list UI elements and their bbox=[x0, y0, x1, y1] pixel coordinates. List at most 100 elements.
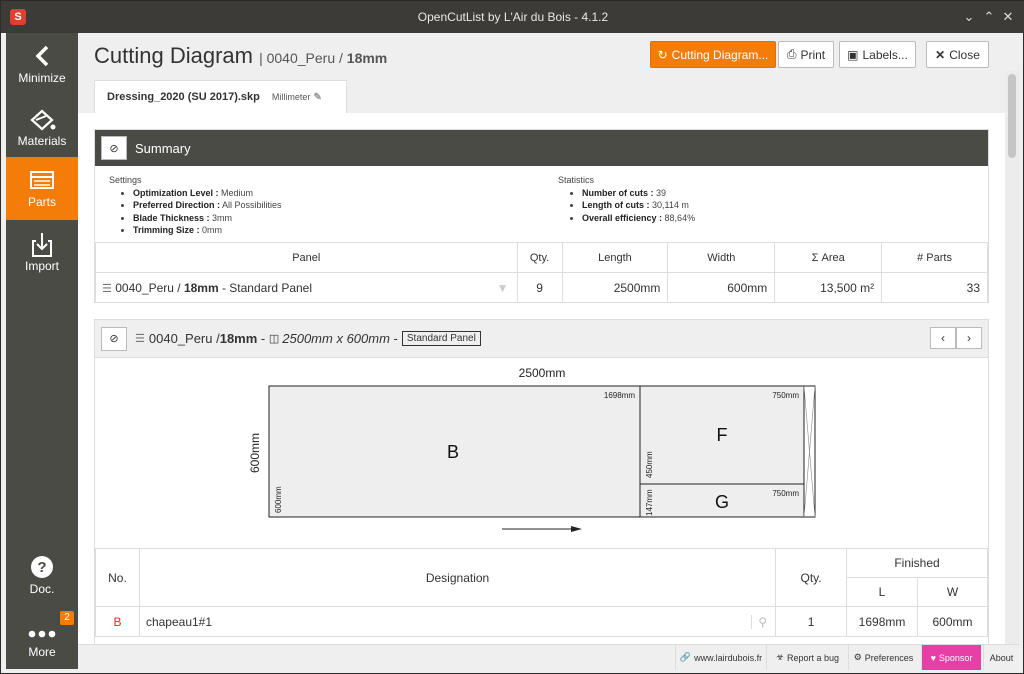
sponsor-button[interactable]: ♥ Sponsor bbox=[921, 645, 981, 670]
svg-text:?: ? bbox=[37, 559, 46, 576]
summary-table: Panel Qty. Length Width Σ Area # Parts ☰… bbox=[95, 242, 988, 303]
sidebar: Minimize Materials Parts Import ? Doc. 2… bbox=[6, 33, 78, 669]
sidebar-item-doc[interactable]: ? Doc. bbox=[6, 544, 78, 607]
app-window: S OpenCutList by L'Air du Bois - 4.1.2 ⌄… bbox=[0, 0, 1024, 674]
download-circle-icon[interactable]: ▼ bbox=[497, 281, 509, 295]
preferences-button[interactable]: ⚙ Preferences bbox=[848, 645, 918, 670]
setting-item: Preferred Direction : All Possibilities bbox=[133, 199, 282, 212]
close-icon: ✕ bbox=[935, 47, 946, 62]
import-icon bbox=[32, 233, 52, 257]
notification-badge: 2 bbox=[60, 611, 74, 625]
parts-table: No. Designation Qty. Finished L W B chap… bbox=[95, 548, 988, 637]
report-bug-button[interactable]: ☣ Report a bug bbox=[766, 645, 848, 670]
sidebar-item-minimize[interactable]: Minimize bbox=[6, 33, 78, 96]
sidebar-item-label: More bbox=[28, 645, 56, 659]
printer-icon: ⎙ bbox=[786, 47, 797, 61]
panel-type-label: Standard Panel bbox=[401, 331, 481, 346]
stat-item: Number of cuts : 39 bbox=[582, 187, 695, 200]
table-row[interactable]: B chapeau1#1 ⚲ 1 1698mm 600mm bbox=[95, 606, 988, 637]
chevron-down-icon[interactable]: ⌄ bbox=[961, 9, 977, 25]
footer-bar: 🔗 www.lairdubois.fr ☣ Report a bug ⚙ Prefer… bbox=[78, 644, 1019, 670]
stat-item: Length of cuts : 30,114 m bbox=[582, 199, 695, 212]
about-button[interactable]: About bbox=[983, 645, 1019, 670]
page-title: Cutting Diagram | 0040_Peru / 18mm bbox=[94, 43, 388, 68]
summary-title: Summary bbox=[135, 140, 191, 156]
main-area: Cutting Diagram | 0040_Peru / 18mm ↻ Cutt… bbox=[78, 33, 1005, 644]
sidebar-item-more[interactable]: 2 More bbox=[6, 607, 78, 670]
setting-item: Blade Thickness : 3mm bbox=[133, 212, 282, 225]
label-icon: ▣ bbox=[847, 47, 859, 62]
print-button[interactable]: ⎙ Print bbox=[778, 41, 834, 68]
part-length-dim: 1698mm bbox=[604, 391, 635, 400]
title-bar: S OpenCutList by L'Air du Bois - 4.1.2 ⌄… bbox=[1, 1, 1024, 33]
part-width-dim: 450mm bbox=[645, 451, 654, 478]
settings-block: Settings Optimization Level : Medium Pre… bbox=[109, 174, 282, 237]
panel-length-label: 2500mm bbox=[519, 366, 566, 380]
page-subtitle: | 0040_Peru / 18mm bbox=[259, 50, 388, 66]
close-window-icon[interactable]: ✕ bbox=[1000, 9, 1016, 25]
next-button[interactable]: › bbox=[956, 327, 982, 349]
materials-icon bbox=[30, 109, 56, 131]
header: Cutting Diagram | 0040_Peru / 18mm ↻ Cutt… bbox=[78, 33, 1005, 79]
question-icon: ? bbox=[31, 556, 53, 578]
summary-panel: ⊘ Summary Settings Optimization Level : … bbox=[94, 129, 989, 303]
bug-icon: ☣ bbox=[775, 652, 785, 662]
close-button[interactable]: ✕ Close bbox=[926, 41, 989, 68]
previous-button[interactable]: ‹ bbox=[930, 327, 956, 349]
part-label: B bbox=[447, 442, 459, 462]
panel-size-icon: ◫ bbox=[268, 333, 280, 345]
chevron-left-icon bbox=[35, 45, 49, 67]
part-length-dim: 750mm bbox=[772, 489, 799, 498]
cutting-diagram-panel: ⊘ ☰ 0040_Peru / 18mm - ◫ 2500mm x 600mm … bbox=[94, 319, 989, 644]
window-title: OpenCutList by L'Air du Bois - 4.1.2 bbox=[417, 10, 609, 24]
sidebar-item-label: Materials bbox=[17, 134, 67, 148]
sidebar-item-label: Import bbox=[24, 259, 59, 273]
setting-item: Optimization Level : Medium bbox=[133, 187, 282, 200]
table-header-row: No. Designation Qty. Finished bbox=[95, 548, 988, 607]
table-row[interactable]: ☰ 0040_Peru / 18mm - Standard Panel ▼ 9 … bbox=[95, 272, 988, 303]
scroll-thumb[interactable] bbox=[1008, 74, 1016, 158]
content-panel: ⊘ Summary Settings Optimization Level : … bbox=[78, 113, 1005, 644]
diagram-header: ⊘ ☰ 0040_Peru / 18mm - ◫ 2500mm x 600mm … bbox=[95, 320, 988, 358]
sidebar-item-parts[interactable]: Parts bbox=[6, 157, 78, 220]
sketchup-app-icon: S bbox=[10, 9, 26, 25]
part-width-dim: 600mm bbox=[274, 486, 283, 513]
stat-item: Overall efficiency : 88,64% bbox=[582, 212, 695, 225]
sidebar-item-import[interactable]: Import bbox=[6, 221, 78, 284]
vertical-scrollbar[interactable] bbox=[1005, 71, 1019, 644]
part-length-dim: 750mm bbox=[772, 391, 799, 400]
link-icon: 🔗 bbox=[679, 652, 692, 662]
eye-slash-icon[interactable]: ⊘ bbox=[101, 136, 127, 160]
parts-list-icon bbox=[30, 171, 54, 189]
cutting-diagram: 2500mm 600mm B 1698mm 600mm F 750mm 450m… bbox=[248, 366, 816, 532]
table-header-row: Panel Qty. Length Width Σ Area # Parts bbox=[95, 242, 988, 273]
eye-slash-icon[interactable]: ⊘ bbox=[101, 326, 127, 351]
labels-button[interactable]: ▣ Labels... bbox=[839, 41, 916, 68]
part-width-dim: 147mm bbox=[645, 489, 654, 516]
part-label: F bbox=[717, 425, 728, 445]
grain-direction-arrow bbox=[502, 526, 582, 532]
pencil-icon[interactable]: ✎ bbox=[313, 92, 321, 103]
sidebar-item-label: Parts bbox=[27, 195, 56, 209]
website-link[interactable]: 🔗 www.lairdubois.fr bbox=[675, 645, 766, 670]
cutting-diagram-button[interactable]: ↻ Cutting Diagram... bbox=[650, 41, 776, 68]
summary-header: ⊘ Summary bbox=[95, 130, 988, 166]
unit-label: Millimeter bbox=[271, 92, 311, 102]
layers-icon: ☰ bbox=[102, 282, 112, 295]
refresh-icon: ↻ bbox=[657, 47, 668, 62]
sidebar-item-materials[interactable]: Materials bbox=[6, 96, 78, 159]
setting-item: Trimming Size : 0mm bbox=[133, 224, 282, 237]
sponsor-icon: ♥ bbox=[930, 652, 936, 663]
sidebar-item-label: Doc. bbox=[29, 582, 55, 596]
tab-file[interactable]: Dressing_2020 (SU 2017).skp Millimeter ✎ bbox=[94, 80, 347, 113]
magnifier-icon[interactable]: ⚲ bbox=[751, 614, 767, 629]
chevron-up-icon[interactable]: ⌃ bbox=[981, 9, 997, 25]
sidebar-item-label: Minimize bbox=[18, 71, 66, 85]
panel-width-label: 600mm bbox=[248, 433, 262, 473]
statistics-block: Statistics Number of cuts : 39 Length of… bbox=[558, 174, 695, 224]
panel-cell: ☰ 0040_Peru / 18mm - Standard Panel ▼ bbox=[95, 272, 518, 303]
designation-cell: chapeau1#1 ⚲ bbox=[138, 606, 777, 637]
layers-icon: ☰ bbox=[135, 333, 145, 345]
gear-icon: ⚙ bbox=[853, 652, 862, 662]
part-label: G bbox=[715, 492, 729, 512]
